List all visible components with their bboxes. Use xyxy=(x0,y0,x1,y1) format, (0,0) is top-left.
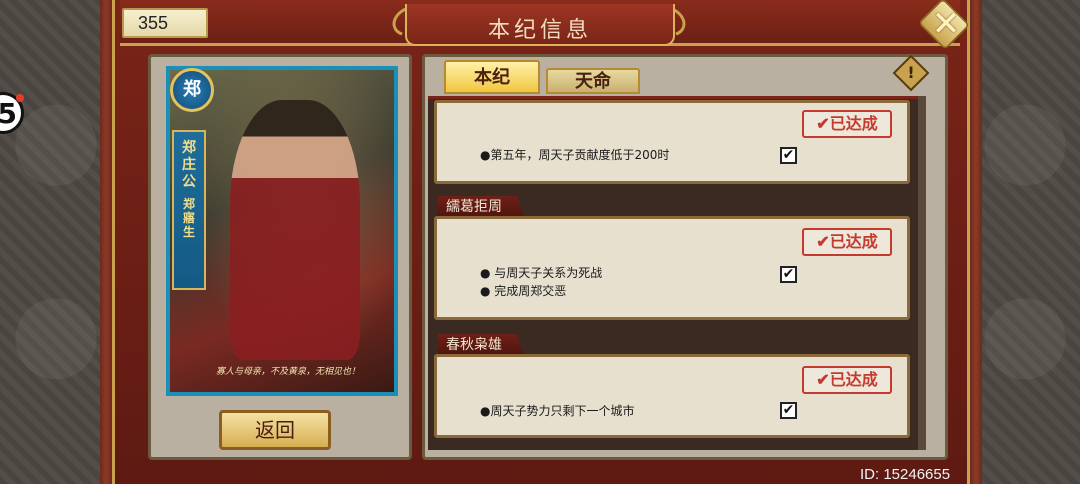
achieved-stamp: ✔已达成 xyxy=(802,366,892,394)
condition-checkbox: ✔ xyxy=(780,266,797,283)
achieved-stamp: ✔已达成 xyxy=(802,110,892,138)
tab-tianming[interactable]: 天命 xyxy=(546,68,640,94)
hero-name: 郑庄公 郑寤生 xyxy=(178,140,200,239)
player-id: ID: 15246655 xyxy=(860,466,951,483)
achieved-stamp: ✔已达成 xyxy=(802,228,892,256)
condition-checkbox: ✔ xyxy=(780,147,797,164)
page-title: 本纪信息 xyxy=(487,18,592,43)
notification-dot xyxy=(16,94,24,102)
entry-title: 春秋枭雄 xyxy=(438,334,524,356)
condition-text: ● 与周天子关系为死战 xyxy=(480,266,603,280)
condition-text: ● 完成周郑交恶 xyxy=(480,284,567,298)
state-seal-icon: 郑 xyxy=(170,68,214,112)
hero-name-personal: 郑寤生 xyxy=(182,197,195,239)
hero-name-title: 郑庄公 xyxy=(182,140,196,190)
back-button[interactable]: 返回 xyxy=(219,410,331,450)
stamp-check-icon: ✔ xyxy=(816,114,830,133)
currency-counter: 355 xyxy=(122,8,208,38)
list-scrollbar[interactable] xyxy=(918,96,926,450)
stamp-check-icon: ✔ xyxy=(816,232,830,251)
condition-checkbox: ✔ xyxy=(780,402,797,419)
tab-benji[interactable]: 本纪 xyxy=(444,60,540,94)
condition-text: ●周天子势力只剩下一个城市 xyxy=(480,404,635,418)
close-icon[interactable]: ✕ xyxy=(928,6,964,42)
background-right-pattern xyxy=(970,0,1080,484)
background-left-pattern xyxy=(0,0,112,484)
stamp-check-icon: ✔ xyxy=(816,370,830,389)
hero-figure xyxy=(230,100,360,360)
entry-title: 繻葛拒周 xyxy=(438,196,524,218)
hero-quote: 寡人与母亲，不及黄泉，无相见也！ xyxy=(215,367,360,377)
info-mark[interactable]: ! xyxy=(898,60,924,86)
condition-text: ●第五年，周天子贡献度低于200时 xyxy=(480,148,670,162)
